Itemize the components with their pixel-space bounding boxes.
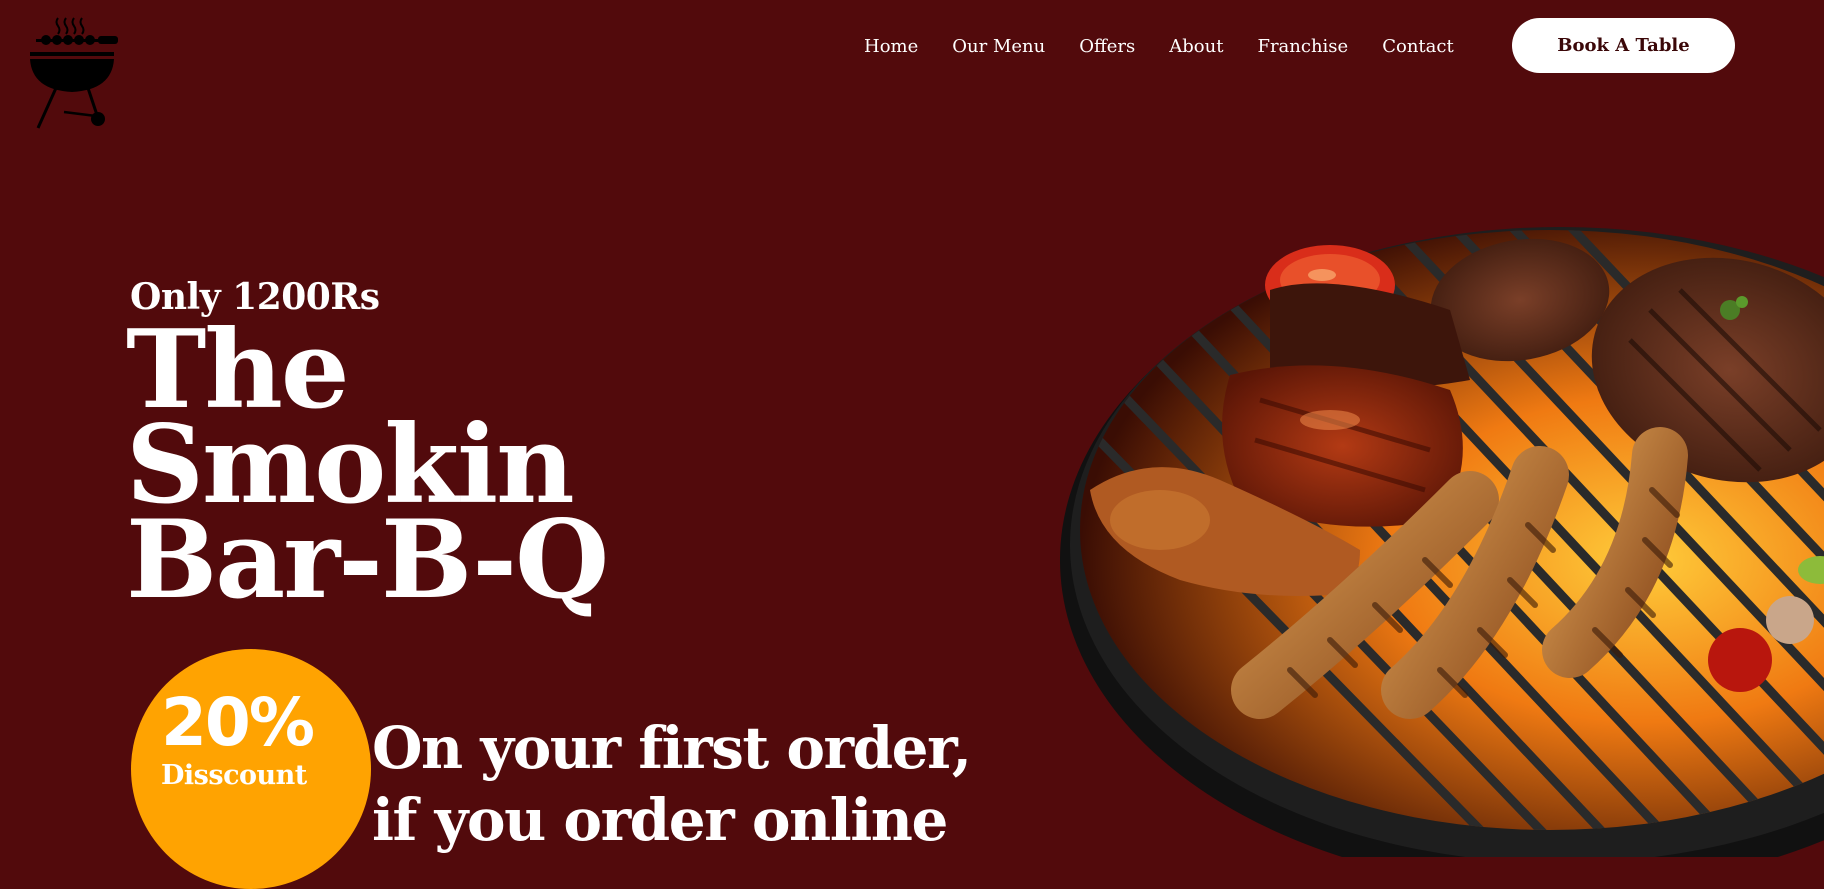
discount-percent: 20% — [161, 684, 315, 761]
nav-contact-link[interactable]: Contact — [1382, 36, 1453, 57]
nav-franchise-link[interactable]: Franchise — [1257, 36, 1348, 57]
book-a-table-button[interactable]: Book A Table — [1512, 18, 1735, 73]
main-nav: Home Our Menu Offers About Franchise Con… — [864, 35, 1454, 57]
bbq-grill-icon[interactable] — [30, 16, 136, 130]
nav-our-menu-link[interactable]: Our Menu — [952, 36, 1045, 57]
offer-line: On your first order, — [372, 714, 972, 782]
offer-line: if you order online — [372, 786, 948, 854]
nav-about-link[interactable]: About — [1169, 36, 1223, 57]
nav-home-link[interactable]: Home — [864, 36, 918, 57]
hero-title-line: Bar-B-Q — [126, 497, 609, 623]
hero-title: The Smokin Bar-B-Q — [126, 316, 609, 623]
nav-offers-link[interactable]: Offers — [1079, 36, 1135, 57]
discount-label: Disscount — [161, 760, 307, 791]
grilled-meats-image — [1060, 227, 1824, 857]
offer-text: On your first order, if you order online — [372, 712, 972, 856]
